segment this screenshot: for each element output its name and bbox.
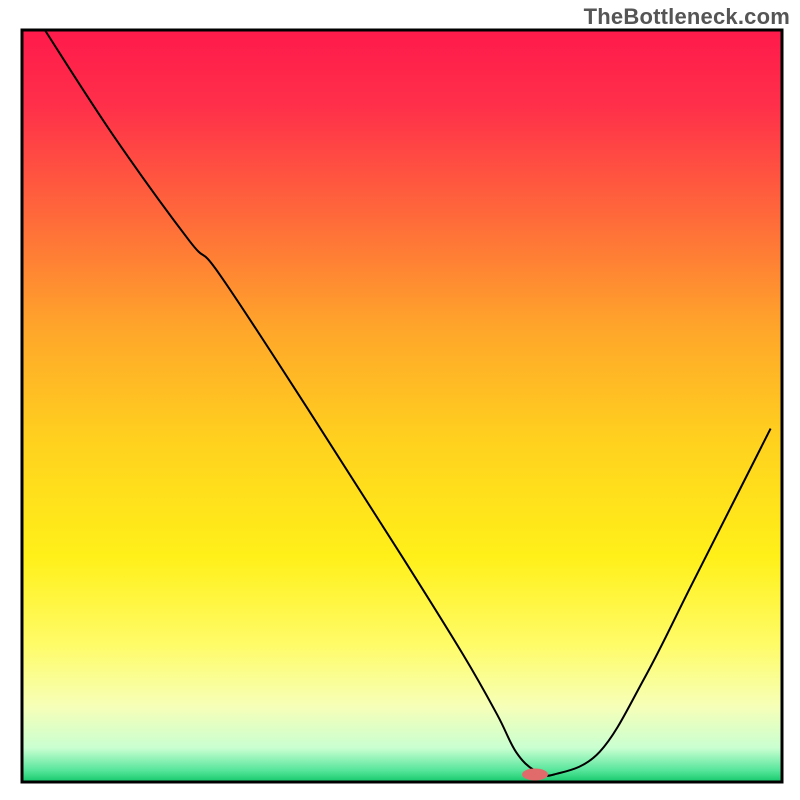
optimal-point-marker xyxy=(522,768,548,780)
plot-background xyxy=(22,30,782,782)
chart-svg xyxy=(0,0,800,800)
bottleneck-chart: TheBottleneck.com xyxy=(0,0,800,800)
watermark-text: TheBottleneck.com xyxy=(584,4,790,30)
